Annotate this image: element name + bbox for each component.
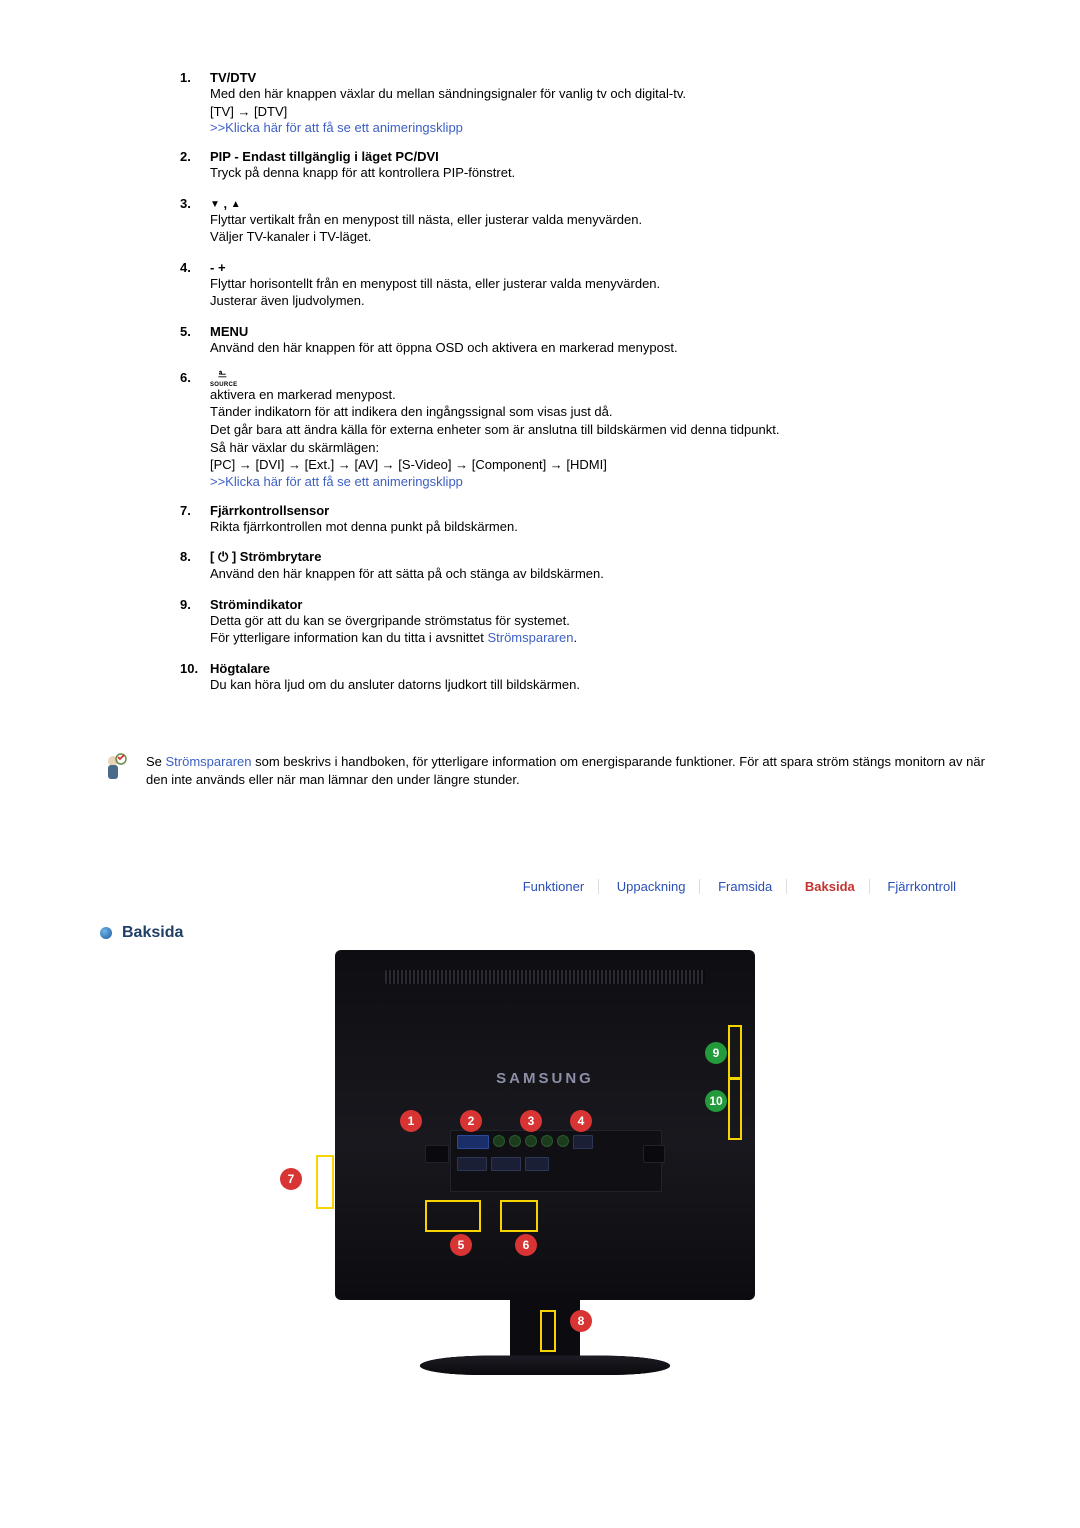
item-4-plusminus: 4. - + Flyttar horisontellt från en meny… — [180, 260, 990, 310]
vent-slots — [385, 970, 705, 984]
button-descriptions-list: 1. TV/DTV Med den här knappen växlar du … — [90, 70, 990, 693]
right-connector — [643, 1145, 665, 1163]
item-text: Använd den här knappen för att öppna OSD… — [210, 339, 990, 357]
highlight-box-7 — [316, 1155, 334, 1209]
item-heading: ▼ , ▲ — [210, 196, 990, 211]
item-text: aktivera en markerad menypost. — [210, 386, 990, 404]
section-title: Baksida — [122, 924, 183, 942]
highlight-box-6 — [500, 1200, 538, 1232]
highlight-box-10 — [728, 1078, 742, 1140]
powersaver-link[interactable]: Strömspararen — [487, 630, 573, 645]
item-9-powerindicator: 9. Strömindikator Detta gör att du kan s… — [180, 597, 990, 647]
tab-funktioner[interactable]: Funktioner — [509, 879, 599, 894]
powersaver-note: Se Strömspararen som beskrivs i handboke… — [90, 753, 990, 788]
callout-9: 9 — [705, 1042, 727, 1064]
item-text: Med den här knappen växlar du mellan sän… — [210, 85, 990, 103]
item-text: Flyttar vertikalt från en menypost till … — [210, 211, 990, 229]
highlight-box-9 — [728, 1025, 742, 1079]
item-text: Justerar även ljudvolymen. — [210, 292, 990, 310]
item-heading: TV/DTV — [210, 70, 990, 85]
callout-4: 4 — [570, 1110, 592, 1132]
item-text: Använd den här knappen för att sätta på … — [210, 565, 990, 583]
tab-fjarrkontroll[interactable]: Fjärrkontroll — [873, 879, 970, 894]
item-2-pip: 2. PIP - Endast tillgänglig i läget PC/D… — [180, 149, 990, 182]
power-icon: ⏻ — [218, 549, 228, 564]
item-3-arrows: 3. ▼ , ▲ Flyttar vertikalt från en menyp… — [180, 196, 990, 246]
item-text: Rikta fjärrkontrollen mot denna punkt på… — [210, 518, 990, 536]
callout-2: 2 — [460, 1110, 482, 1132]
item-10-speaker: 10. Högtalare Du kan höra ljud om du ans… — [180, 661, 990, 694]
item-heading: MENU — [210, 324, 990, 339]
triangle-down-icon: ▼ — [210, 199, 220, 210]
triangle-up-icon: ▲ — [231, 199, 241, 210]
section-tabs: Funktioner Uppackning Framsida Baksida F… — [90, 879, 990, 894]
item-text: Tänder indikatorn för att indikera den i… — [210, 403, 990, 421]
callout-8: 8 — [570, 1310, 592, 1332]
tab-framsida[interactable]: Framsida — [704, 879, 787, 894]
io-panel — [450, 1130, 662, 1192]
item-8-power: 8. [ ⏻ ] Strömbrytare Använd den här kna… — [180, 549, 990, 583]
item-heading: [ ⏻ ] Strömbrytare — [210, 549, 990, 565]
callout-6: 6 — [515, 1234, 537, 1256]
source-icon — [210, 372, 242, 386]
power-connector — [425, 1145, 449, 1163]
item-text: Väljer TV-kanaler i TV-läget. — [210, 228, 990, 246]
item-text: Så här växlar du skärmlägen: — [210, 439, 990, 457]
item-text: För ytterligare information kan du titta… — [210, 629, 990, 647]
item-text: [PC] → [DVI] → [Ext.] → [AV] → [S-Video]… — [210, 456, 990, 474]
callout-1: 1 — [400, 1110, 422, 1132]
highlight-box-8 — [540, 1310, 556, 1352]
item-heading: - + — [210, 260, 990, 275]
highlight-box-5 — [425, 1200, 481, 1232]
item-heading: Strömindikator — [210, 597, 990, 612]
item-text: Flyttar horisontellt från en menypost ti… — [210, 275, 990, 293]
item-6-source: 6. aktivera en markerad menypost. Tänder… — [180, 370, 990, 488]
monitor-back-illustration: SAMSUNG — [90, 950, 990, 1430]
item-text: Du kan höra ljud om du ansluter datorns … — [210, 676, 990, 694]
item-text: Tryck på denna knapp för att kontrollera… — [210, 164, 990, 182]
callout-7: 7 — [280, 1168, 302, 1190]
section-header: Baksida — [90, 924, 990, 942]
item-heading: PIP - Endast tillgänglig i läget PC/DVI — [210, 149, 990, 164]
monitor-back-panel: SAMSUNG — [335, 950, 755, 1300]
bullet-icon — [100, 927, 112, 939]
item-7-remotesensor: 7. Fjärrkontrollsensor Rikta fjärrkontro… — [180, 503, 990, 536]
callout-3: 3 — [520, 1110, 542, 1132]
tab-uppackning[interactable]: Uppackning — [603, 879, 701, 894]
tab-baksida[interactable]: Baksida — [791, 879, 870, 894]
animation-link[interactable]: >>Klicka här för att få se ett animering… — [210, 120, 463, 135]
note-person-icon — [98, 753, 128, 783]
animation-link[interactable]: >>Klicka här för att få se ett animering… — [210, 474, 463, 489]
samsung-logo: SAMSUNG — [335, 1070, 755, 1087]
item-heading — [210, 370, 990, 386]
callout-5: 5 — [450, 1234, 472, 1256]
item-1-tvdtv: 1. TV/DTV Med den här knappen växlar du … — [180, 70, 990, 135]
item-text: [TV] → [DTV] — [210, 103, 990, 121]
powersaver-link[interactable]: Strömspararen — [166, 754, 252, 769]
item-text: Det går bara att ändra källa för externa… — [210, 421, 990, 439]
item-heading: Högtalare — [210, 661, 990, 676]
item-heading: Fjärrkontrollsensor — [210, 503, 990, 518]
callout-10: 10 — [705, 1090, 727, 1112]
item-text: Detta gör att du kan se övergripande str… — [210, 612, 990, 630]
monitor-stand — [415, 1355, 675, 1374]
item-5-menu: 5. MENU Använd den här knappen för att ö… — [180, 324, 990, 357]
